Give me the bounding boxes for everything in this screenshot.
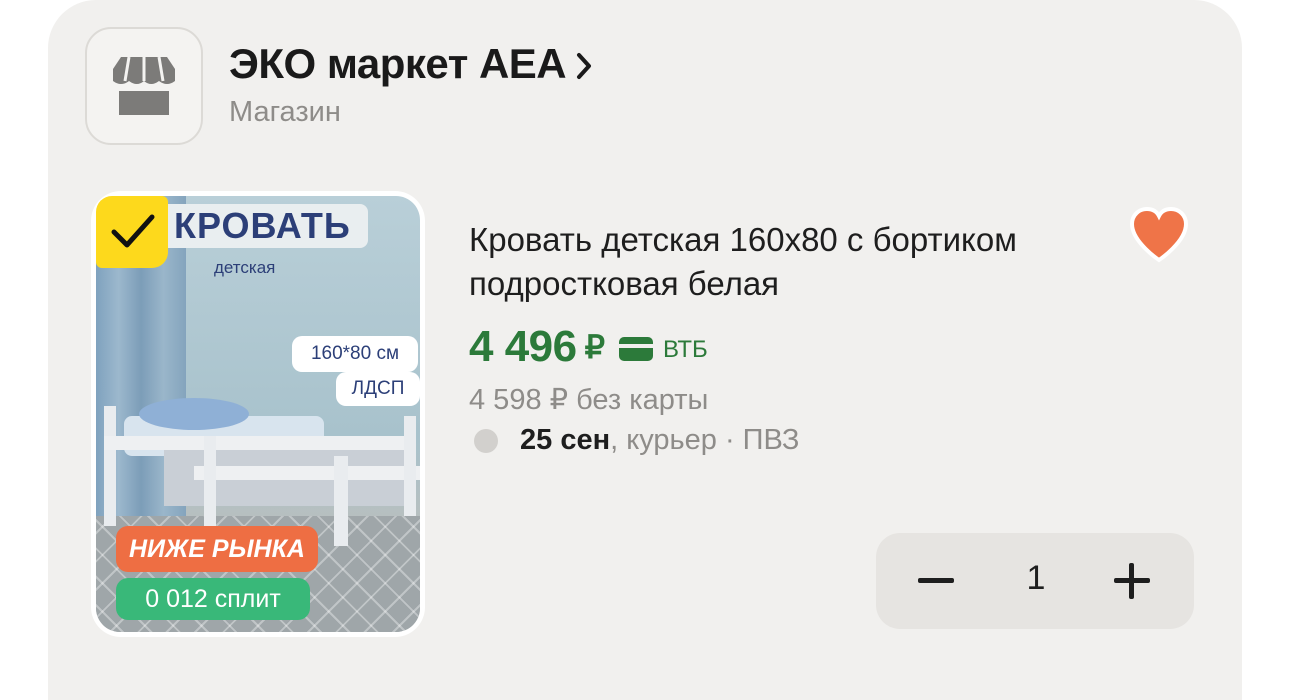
delivery-methods: , курьер · ПВЗ — [610, 424, 800, 456]
quantity-stepper: 1 — [876, 533, 1194, 629]
chevron-right-icon — [577, 53, 592, 79]
bank-label: ВТБ — [662, 336, 708, 363]
shop-logo[interactable] — [85, 27, 203, 145]
delivery-info: 25 сен , курьер · ПВЗ — [469, 424, 799, 457]
price-without-card: 4 598 ₽ без карты — [469, 384, 709, 416]
selected-checkbox[interactable] — [96, 196, 168, 268]
price-row: 4 496 ₽ ВТБ — [469, 322, 708, 372]
delivery-dot-icon — [474, 428, 498, 453]
below-market-badge: НИЖЕ РЫНКА — [116, 526, 318, 572]
price-amount: 4 496 — [469, 322, 577, 371]
bed-graphic — [104, 398, 420, 546]
bank-card-icon — [618, 337, 653, 361]
favorite-button[interactable] — [1128, 206, 1190, 264]
storefront-icon — [113, 56, 175, 115]
shop-type: Магазин — [229, 96, 341, 128]
image-banner-subtitle: детская — [214, 258, 276, 277]
shop-name-link[interactable]: ЭКО маркет АЕА — [229, 40, 592, 88]
heart-icon — [1129, 206, 1189, 263]
image-banner-title: КРОВАТЬ — [156, 204, 368, 248]
delivery-date: 25 сен — [520, 424, 611, 456]
decrease-quantity-button[interactable] — [914, 563, 958, 599]
increase-quantity-button[interactable] — [1112, 561, 1152, 601]
check-icon — [111, 214, 155, 248]
shop-name: ЭКО маркет АЕА — [229, 40, 567, 87]
product-image[interactable]: КРОВАТЬ детская 160*80 см ЛДСП НИЖЕ РЫНК… — [91, 191, 425, 637]
image-size-tag: 160*80 см — [292, 336, 418, 372]
price-currency: ₽ — [584, 329, 605, 365]
split-badge: 0 012 сплит — [116, 578, 310, 620]
quantity-value: 1 — [1026, 559, 1046, 597]
product-title[interactable]: Кровать детская 160х80 с бортиком подрос… — [469, 218, 1089, 306]
